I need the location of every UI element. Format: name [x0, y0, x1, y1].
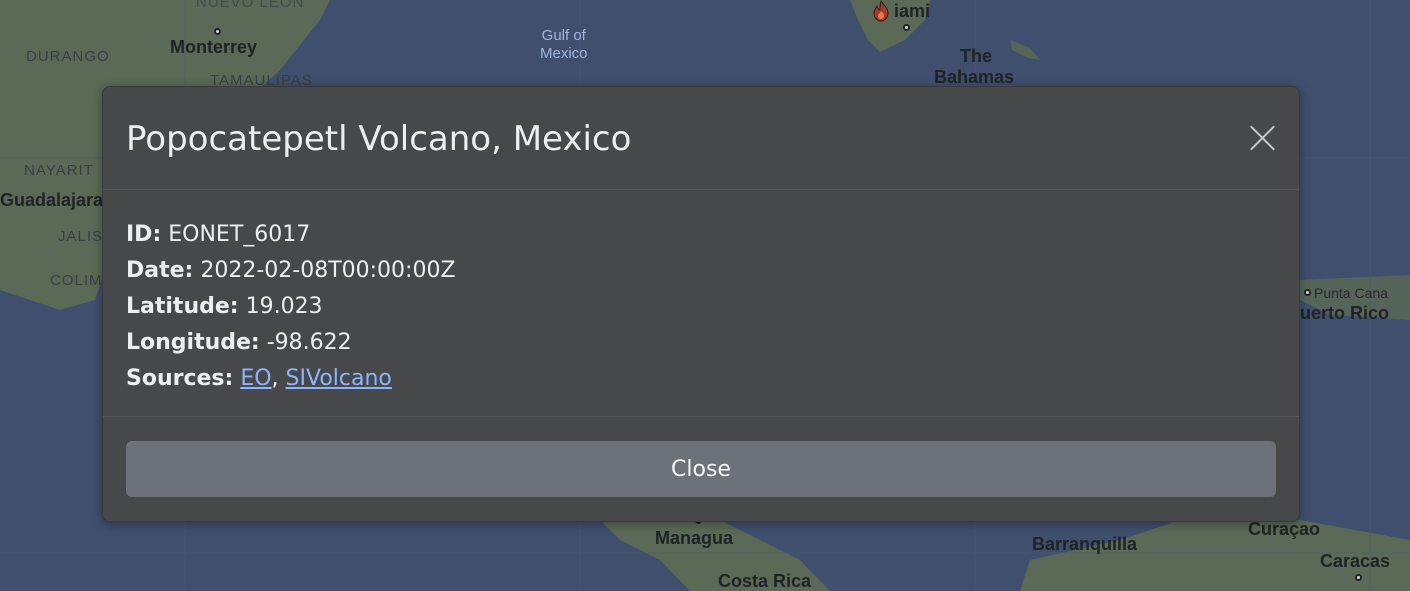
- date-label: Date:: [126, 258, 194, 283]
- map-label-the: The: [960, 46, 993, 66]
- latitude-label: Latitude:: [126, 294, 239, 319]
- city-dot: [903, 24, 910, 31]
- close-button[interactable]: Close: [126, 441, 1276, 497]
- city-dot: [1304, 289, 1311, 296]
- water-label-line-1: Gulf of: [541, 27, 586, 44]
- map-label-monterrey: Monterrey: [170, 37, 258, 57]
- date-value: 2022-02-08T00:00:00Z: [200, 258, 456, 283]
- map-label-gulf-of-mexico: Gulf of Mexico: [540, 27, 588, 63]
- id-value: EONET_6017: [168, 222, 311, 247]
- sources-label: Sources:: [126, 366, 234, 391]
- map-label-nuevo-leon: NUEVO LEÓN: [196, 0, 305, 11]
- latitude-value: 19.023: [245, 294, 323, 319]
- longitude-value: -98.622: [266, 330, 352, 355]
- modal-footer: Close: [103, 417, 1299, 522]
- source-link-sivolcano[interactable]: SIVolcano: [286, 366, 392, 391]
- modal-body: ID: EONET_6017 Date: 2022-02-08T00:00:00…: [103, 190, 1299, 417]
- id-label: ID:: [126, 222, 162, 247]
- sources-separator: ,: [271, 366, 279, 391]
- map-label-jalisco: JALIS: [58, 228, 104, 245]
- water-label-line-2: Mexico: [540, 45, 588, 62]
- fire-icon[interactable]: [870, 0, 892, 22]
- info-row-sources: Sources: EO, SIVolcano: [126, 366, 1276, 402]
- info-row-latitude: Latitude: 19.023: [126, 294, 1276, 330]
- close-icon[interactable]: [1247, 123, 1277, 153]
- map-label-costa-rica: Costa Rica: [718, 571, 812, 591]
- event-details-modal: Popocatepetl Volcano, Mexico ID: EONET_6…: [102, 86, 1300, 522]
- map-label-managua: Managua: [655, 528, 734, 548]
- map-label-curacao: Curaçao: [1248, 519, 1321, 539]
- info-row-longitude: Longitude: -98.622: [126, 330, 1276, 366]
- map-label-colima: COLIM: [50, 272, 103, 289]
- map-label-barranquilla: Barranquilla: [1032, 534, 1138, 554]
- map-label-durango: DURANGO: [26, 48, 110, 65]
- map-label-caracas: Caracas: [1320, 551, 1391, 571]
- map-label-nayarit: NAYARIT: [24, 162, 94, 179]
- info-row-date: Date: 2022-02-08T00:00:00Z: [126, 258, 1276, 294]
- map-label-punta-cana: Punta Cana: [1314, 285, 1388, 301]
- map-label-bahamas: Bahamas: [934, 67, 1015, 87]
- modal-title: Popocatepetl Volcano, Mexico: [126, 119, 632, 159]
- map-label-miami: iami: [894, 1, 931, 21]
- map-label-puerto-rico: uerto Rico: [1300, 303, 1390, 323]
- map-label-guadalajara: Guadalajara: [0, 190, 104, 210]
- source-link-eo[interactable]: EO: [240, 366, 271, 391]
- city-dot: [214, 28, 221, 35]
- city-dot: [1355, 574, 1362, 581]
- longitude-label: Longitude:: [126, 330, 260, 355]
- info-row-id: ID: EONET_6017: [126, 222, 1276, 258]
- modal-header: Popocatepetl Volcano, Mexico: [103, 87, 1299, 190]
